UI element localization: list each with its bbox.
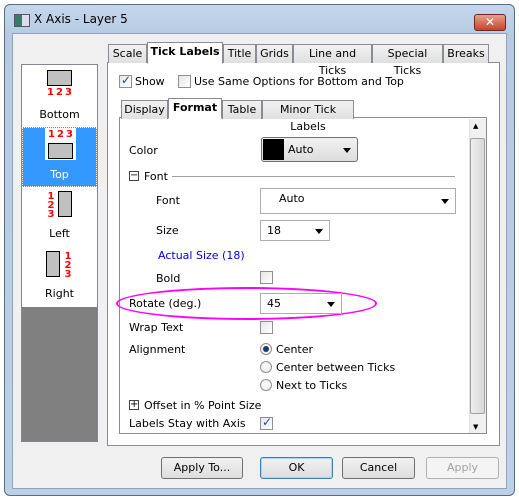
tick-numbers: 123 — [64, 251, 72, 280]
color-swatch — [263, 139, 284, 160]
wrap-text-label: Wrap Text — [129, 321, 184, 334]
axis-bottom-icon — [47, 70, 72, 86]
color-dropdown[interactable]: Auto — [261, 137, 358, 162]
bold-label: Bold — [156, 272, 181, 285]
chevron-down-icon — [327, 301, 335, 307]
apply-button[interactable]: Apply — [426, 457, 499, 479]
labels-stay-checkbox[interactable] — [260, 415, 273, 430]
tab-tick-labels[interactable]: Tick Labels — [147, 42, 223, 64]
tab-breaks[interactable]: Breaks — [443, 44, 489, 63]
chevron-down-icon — [441, 199, 449, 204]
chevron-down-icon — [315, 228, 323, 234]
chevron-down-icon — [343, 147, 351, 153]
tick-numbers: 123 — [47, 87, 74, 98]
subtab-format[interactable]: Format — [168, 98, 222, 119]
axis-left-icon — [58, 191, 72, 217]
axis-right-icon — [46, 251, 60, 277]
expand-offset-icon[interactable]: + — [129, 400, 139, 410]
tab-special-ticks[interactable]: Special Ticks — [372, 44, 443, 77]
show-label: Show — [135, 75, 165, 88]
scrollbar-thumb[interactable] — [470, 138, 485, 414]
labels-stay-label: Labels Stay with Axis — [129, 417, 246, 430]
rotate-label: Rotate (deg.) — [129, 297, 202, 310]
axis-item-top[interactable]: 123 Top — [22, 127, 97, 187]
font-section-label: Font — [144, 170, 168, 183]
axis-item-right[interactable]: 123 Right — [22, 247, 97, 307]
tick-numbers: 123 — [47, 191, 55, 220]
collapse-font-icon[interactable]: − — [129, 171, 139, 181]
tab-grids[interactable]: Grids — [256, 44, 293, 63]
wrap-text-checkbox[interactable] — [260, 321, 273, 334]
axis-item-label: Left — [49, 227, 70, 240]
apply-to-button[interactable]: Apply To... — [161, 457, 243, 479]
radio-next-to-ticks[interactable] — [260, 379, 272, 391]
radio-center[interactable] — [260, 343, 272, 355]
use-same-checkbox[interactable] — [178, 75, 191, 88]
size-label: Size — [156, 224, 179, 237]
cancel-button[interactable]: Cancel — [342, 457, 415, 479]
axis-top-icon — [48, 143, 73, 159]
axis-item-label: Right — [45, 287, 74, 300]
axis-list-empty — [22, 307, 97, 441]
tab-line-and-ticks[interactable]: Line and Ticks — [293, 44, 372, 77]
size-dropdown[interactable]: 18 — [260, 220, 330, 241]
axis-item-left[interactable]: 123 Left — [22, 187, 97, 247]
axis-item-label: Top — [50, 168, 69, 181]
radio-center-label: Center — [276, 343, 314, 356]
font-dropdown[interactable]: Auto — [260, 188, 456, 214]
radio-center-between-ticks-label: Center between Ticks — [276, 361, 396, 374]
app-icon — [14, 14, 30, 27]
subtab-minor-tick-labels[interactable]: Minor Tick Labels — [262, 100, 354, 133]
section-divider — [172, 176, 455, 177]
close-button[interactable]: ✕ — [474, 14, 506, 31]
offset-section-label: Offset in % Point Size — [144, 399, 262, 412]
tick-numbers: 123 — [48, 129, 75, 140]
color-label: Color — [129, 144, 158, 157]
radio-next-to-ticks-label: Next to Ticks — [276, 379, 348, 392]
tab-scale[interactable]: Scale — [108, 44, 147, 63]
font-label: Font — [156, 194, 180, 207]
bold-checkbox[interactable] — [260, 271, 273, 284]
use-same-label: Use Same Options for Bottom and Top — [194, 75, 404, 88]
subtab-display[interactable]: Display — [121, 100, 168, 119]
window-title: X Axis - Layer 5 — [34, 12, 128, 26]
scroll-down-icon[interactable]: ▼ — [473, 423, 478, 431]
ok-button[interactable]: OK — [260, 457, 333, 479]
rotate-dropdown[interactable]: 45 — [260, 293, 342, 314]
axis-item-bottom[interactable]: 123 Bottom — [22, 65, 97, 125]
axis-item-label: Bottom — [39, 108, 80, 121]
scroll-up-icon[interactable]: ▲ — [473, 122, 478, 130]
alignment-label: Alignment — [129, 343, 186, 356]
actual-size-link[interactable]: Actual Size (18) — [158, 249, 245, 262]
radio-center-between-ticks[interactable] — [260, 361, 272, 373]
show-checkbox[interactable] — [119, 73, 132, 88]
subtab-table[interactable]: Table — [222, 100, 262, 119]
close-icon: ✕ — [484, 15, 496, 29]
tab-title[interactable]: Title — [223, 44, 256, 63]
